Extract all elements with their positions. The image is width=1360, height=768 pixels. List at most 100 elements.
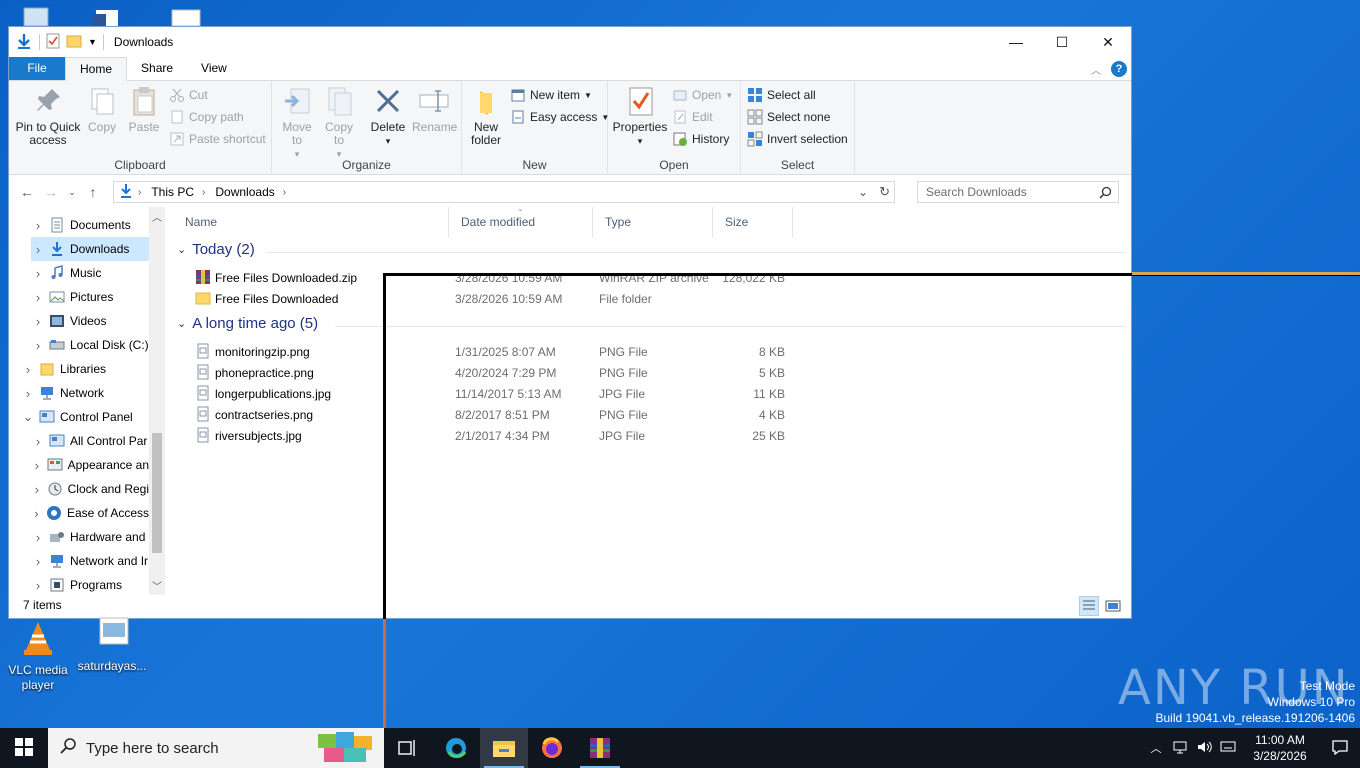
copy-path-button[interactable]: Copy path — [169, 109, 244, 125]
select-all-button[interactable]: Select all — [747, 87, 816, 103]
file-row[interactable]: Free Files Downloaded.zip 3/28/2026 10:59… — [173, 267, 1125, 288]
file-row[interactable]: monitoringzip.png 1/31/2025 8:07 AM PNG Fi… — [173, 341, 1125, 362]
nav-item-music[interactable]: › Music — [31, 261, 149, 285]
copy-button[interactable]: Copy — [85, 85, 119, 134]
expand-chevron-icon[interactable]: › — [31, 314, 45, 329]
nav-item-downloads[interactable]: › Downloads — [31, 237, 149, 261]
refresh-icon[interactable]: ↻ — [879, 184, 890, 200]
rename-button[interactable]: Rename — [412, 85, 457, 134]
tab-file[interactable]: File — [9, 57, 65, 80]
move-to-button[interactable]: Move to ▾ — [278, 85, 316, 161]
nav-item-network[interactable]: › Network — [21, 381, 149, 405]
close-button[interactable]: ✕ — [1085, 27, 1131, 57]
column-header-type[interactable]: Type — [593, 207, 713, 237]
input-method-icon[interactable] — [1216, 740, 1240, 757]
new-folder-icon[interactable] — [66, 34, 82, 51]
collapse-chevron-icon[interactable]: ⌄ — [21, 409, 35, 425]
network-icon[interactable] — [1168, 740, 1192, 757]
file-row[interactable]: contractseries.png 8/2/2017 8:51 PM PNG Fi… — [173, 404, 1125, 425]
file-explorer-taskbar-icon[interactable] — [480, 728, 528, 768]
minimize-button[interactable]: — — [993, 27, 1039, 57]
file-row[interactable]: riversubjects.jpg 2/1/2017 4:34 PM JPG Fil… — [173, 425, 1125, 446]
expand-chevron-icon[interactable]: › — [31, 266, 45, 281]
expand-chevron-icon[interactable]: › — [31, 554, 45, 569]
expand-chevron-icon[interactable]: › — [21, 386, 35, 401]
group-collapse-chevron-icon[interactable]: ⌄ — [177, 317, 186, 330]
nav-item-videos[interactable]: › Videos — [31, 309, 149, 333]
address-dropdown-chevron-icon[interactable]: ⌄ — [858, 185, 868, 199]
column-header-name[interactable]: Name — [173, 207, 449, 237]
nav-item-documents[interactable]: › Documents — [31, 213, 149, 237]
expand-chevron-icon[interactable]: › — [31, 218, 45, 233]
taskbar-search-box[interactable]: Type here to search — [48, 728, 384, 768]
open-button[interactable]: Open ▼ — [672, 87, 733, 103]
delete-button[interactable]: Delete ▾ — [368, 85, 408, 148]
file-row[interactable]: longerpublications.jpg 11/14/2017 5:13 AM… — [173, 383, 1125, 404]
desktop-icon-word-doc[interactable] — [90, 0, 126, 26]
scroll-up-chevron-icon[interactable]: ︿ — [152, 209, 162, 224]
select-none-button[interactable]: Select none — [747, 109, 830, 125]
easy-access-button[interactable]: Easy access ▼ — [510, 109, 609, 125]
tab-share[interactable]: Share — [127, 57, 187, 80]
nav-item-local-disk-c[interactable]: › Local Disk (C:) — [31, 333, 149, 357]
show-hidden-icons-chevron-icon[interactable]: ︿ — [1144, 740, 1168, 756]
properties-button[interactable]: Properties ▾ — [612, 85, 668, 148]
desktop-icon-image-file[interactable]: saturdayas... — [74, 616, 150, 674]
breadcrumb-downloads[interactable]: Downloads — [215, 185, 274, 199]
scrollbar-thumb[interactable] — [152, 433, 162, 553]
recent-locations-chevron-icon[interactable]: ⌄ — [63, 187, 81, 198]
large-icons-view-icon[interactable] — [1103, 596, 1123, 616]
breadcrumb-this-pc[interactable]: This PC — [151, 185, 194, 199]
collapse-ribbon-chevron-icon[interactable]: ︿ — [1091, 62, 1101, 77]
history-button[interactable]: History — [672, 131, 729, 147]
expand-chevron-icon[interactable]: › — [31, 290, 45, 305]
expand-chevron-icon[interactable]: › — [31, 506, 42, 521]
start-button[interactable] — [0, 728, 48, 768]
nav-item-programs[interactable]: › Programs — [31, 573, 149, 595]
tab-home[interactable]: Home — [65, 57, 128, 81]
expand-chevron-icon[interactable]: › — [31, 530, 45, 545]
cut-button[interactable]: Cut — [169, 87, 208, 103]
edge-icon[interactable] — [432, 728, 480, 768]
nav-item-appearance-an[interactable]: › Appearance an — [31, 453, 149, 477]
nav-item-libraries[interactable]: › Libraries — [21, 357, 149, 381]
address-bar[interactable]: › This PC › Downloads › ⌄ ↻ — [113, 181, 895, 203]
copy-to-button[interactable]: Copy to ▾ — [320, 85, 358, 161]
desktop-icon-recycle-bin[interactable] — [18, 0, 54, 27]
maximize-button[interactable]: ☐ — [1039, 27, 1085, 57]
expand-chevron-icon[interactable]: › — [31, 242, 45, 257]
forward-arrow-icon[interactable]: → — [39, 184, 63, 200]
column-header-size[interactable]: Size — [713, 207, 793, 237]
expand-chevron-icon[interactable]: › — [31, 458, 43, 473]
firefox-icon[interactable] — [528, 728, 576, 768]
task-view-button[interactable] — [384, 728, 432, 768]
clock[interactable]: 11:00 AM 3/28/2026 — [1240, 732, 1320, 764]
column-header-date-modified[interactable]: Date modified ⌄ — [449, 204, 593, 237]
group-header[interactable]: ⌄ Today (2) — [177, 241, 255, 258]
file-row[interactable]: Free Files Downloaded 3/28/2026 10:59 AM F… — [173, 288, 1125, 309]
pin-to-quick-access-button[interactable]: Pin to Quick access — [15, 85, 81, 147]
details-view-icon[interactable] — [1079, 596, 1099, 616]
edit-button[interactable]: Edit — [672, 109, 713, 125]
nav-item-all-control-par[interactable]: › All Control Par — [31, 429, 149, 453]
paste-shortcut-button[interactable]: Paste shortcut — [169, 131, 266, 147]
scroll-down-chevron-icon[interactable]: ﹀ — [152, 578, 162, 593]
tab-view[interactable]: View — [187, 57, 241, 80]
desktop-icon-vlc[interactable]: VLC media player — [0, 620, 76, 693]
paste-button[interactable]: Paste — [127, 85, 161, 134]
expand-chevron-icon[interactable]: › — [31, 578, 45, 593]
nav-item-network-and-ir[interactable]: › Network and Ir — [31, 549, 149, 573]
customize-qat-chevron-icon[interactable]: ▼ — [88, 37, 97, 47]
notification-icon[interactable] — [1320, 739, 1360, 758]
file-row[interactable]: phonepractice.png 4/20/2024 7:29 PM PNG Fi… — [173, 362, 1125, 383]
properties-check-icon[interactable] — [46, 33, 60, 52]
up-arrow-icon[interactable]: ↑ — [81, 184, 105, 200]
nav-item-hardware-and[interactable]: › Hardware and — [31, 525, 149, 549]
desktop-icon-document[interactable] — [168, 0, 204, 27]
expand-chevron-icon[interactable]: › — [31, 434, 45, 449]
back-arrow-icon[interactable]: ← — [15, 184, 39, 200]
nav-item-clock-and-regi[interactable]: › Clock and Regi — [31, 477, 149, 501]
new-folder-button[interactable]: New folder — [466, 85, 506, 147]
nav-scrollbar[interactable]: ︿ ﹀ — [149, 207, 165, 595]
expand-chevron-icon[interactable]: › — [21, 362, 35, 377]
